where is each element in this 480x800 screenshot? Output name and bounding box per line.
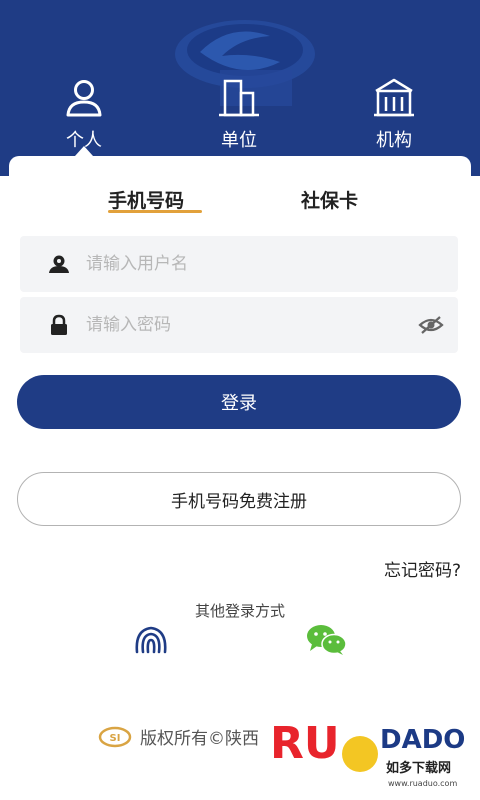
tab-institution-label: 机构 bbox=[376, 130, 412, 151]
user-icon bbox=[46, 253, 72, 275]
username-input[interactable] bbox=[86, 254, 406, 274]
lock-icon bbox=[46, 314, 72, 336]
active-tab-indicator bbox=[75, 146, 93, 156]
tab-phone-login[interactable]: 手机号码 bbox=[108, 186, 184, 213]
active-subtab-underline bbox=[108, 210, 202, 213]
footer: SI 版权所有©陕西 bbox=[98, 724, 259, 749]
institution-icon bbox=[370, 76, 418, 120]
svg-text:SI: SI bbox=[110, 733, 121, 744]
other-login-title: 其他登录方式 bbox=[194, 602, 285, 620]
tab-personal[interactable]: 个人 bbox=[24, 76, 144, 156]
username-field[interactable] bbox=[20, 236, 458, 292]
forgot-password-link[interactable]: 忘记密码? bbox=[384, 556, 461, 581]
tab-institution[interactable]: 机构 bbox=[334, 76, 454, 156]
register-button[interactable]: 手机号码免费注册 bbox=[17, 472, 461, 526]
person-icon bbox=[60, 76, 108, 120]
login-button[interactable]: 登录 bbox=[17, 375, 461, 429]
tab-social-card-login[interactable]: 社保卡 bbox=[301, 186, 358, 213]
social-security-mini-logo: SI bbox=[98, 726, 132, 747]
svg-text:如多下载网: 如多下载网 bbox=[386, 760, 451, 776]
password-input[interactable] bbox=[86, 315, 406, 335]
svg-text:DADO: DADO bbox=[380, 725, 465, 755]
copyright-text: 版权所有©陕西 bbox=[140, 729, 259, 749]
ruanduo-watermark-logo: RU DADO 如多下载网 www.ruaduo.com bbox=[268, 714, 472, 794]
svg-text:www.ruaduo.com: www.ruaduo.com bbox=[388, 779, 457, 788]
eye-hidden-icon[interactable] bbox=[418, 313, 444, 337]
fingerprint-icon[interactable] bbox=[133, 624, 169, 656]
building-icon bbox=[215, 76, 263, 120]
tab-unit-label: 单位 bbox=[221, 130, 257, 151]
tab-unit[interactable]: 单位 bbox=[179, 76, 299, 156]
svg-text:RU: RU bbox=[270, 718, 340, 769]
password-field[interactable] bbox=[20, 297, 458, 353]
wechat-icon[interactable] bbox=[306, 624, 348, 656]
